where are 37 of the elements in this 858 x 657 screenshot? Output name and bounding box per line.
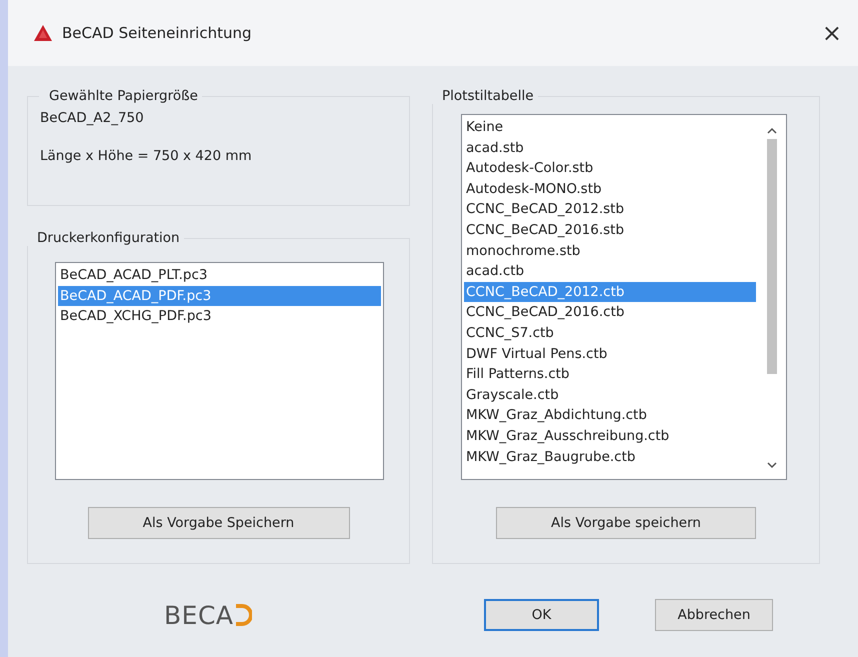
cancel-button[interactable]: Abbrechen [655,599,773,631]
logo-mark-icon [234,603,252,627]
list-item[interactable]: Autodesk-Color.stb [464,158,756,179]
plot-style-list[interactable] [461,114,787,480]
list-item[interactable]: monochrome.stb [464,240,756,262]
paper-size: Länge x Höhe = 750 x 420 mm [40,148,253,164]
logo-text: BECA [164,600,234,630]
list-item[interactable]: Autodesk-MONO.stb [464,178,756,200]
save-default-button[interactable]: Als Vorgabe speichern [496,507,756,539]
group-title: Druckerkonfiguration [36,230,181,246]
list-item[interactable]: MKW_Graz_Abdichtung.ctb [464,405,756,426]
save-default-button[interactable]: Als Vorgabe Speichern [88,507,350,539]
group-title: Gewählte Papiergröße [48,88,199,104]
list-item[interactable]: CCNC_S7.ctb [464,322,756,344]
list-item[interactable]: DWF Virtual Pens.ctb [464,344,756,364]
group-title: Plotstiltabelle [441,88,535,104]
scroll-up-icon[interactable] [767,127,777,135]
list-item[interactable]: Keine [464,117,756,138]
list-item[interactable]: CCNC_BeCAD_2016.stb [464,220,756,241]
window-title: BeCAD Seiteneinrichtung [62,24,253,42]
scroll-thumb[interactable] [767,139,777,374]
list-item[interactable]: Grayscale.ctb [464,384,756,406]
list-item[interactable]: CCNC_BeCAD_2016.ctb [464,302,756,323]
list-item[interactable]: BeCAD_XCHG_PDF.pc3 [58,306,381,327]
close-button[interactable]: × [820,19,844,47]
paper-name: BeCAD_A2_750 [40,110,145,126]
list-item[interactable]: MKW_Graz_Ausschreibung.ctb [464,426,756,446]
printer-list[interactable]: BeCAD_ACAD_PLT.pc3 BeCAD_ACAD_PDF.pc3 BeCAD_XCHG_PDF.pc3 [55,262,384,480]
list-item[interactable]: acad.stb [464,138,756,158]
list-item[interactable]: CCNC_BeCAD_2012.stb [464,199,756,220]
app-logo-icon [34,25,52,41]
ok-button[interactable]: OK [484,599,599,631]
list-item[interactable]: Fill Patterns.ctb [464,364,756,385]
list-item[interactable]: acad.ctb [464,261,756,282]
list-item[interactable]: BeCAD_ACAD_PLT.pc3 [58,265,381,286]
list-item[interactable]: MKW_Graz_Baugrube.ctb [464,446,756,468]
scroll-down-icon[interactable] [767,461,777,469]
